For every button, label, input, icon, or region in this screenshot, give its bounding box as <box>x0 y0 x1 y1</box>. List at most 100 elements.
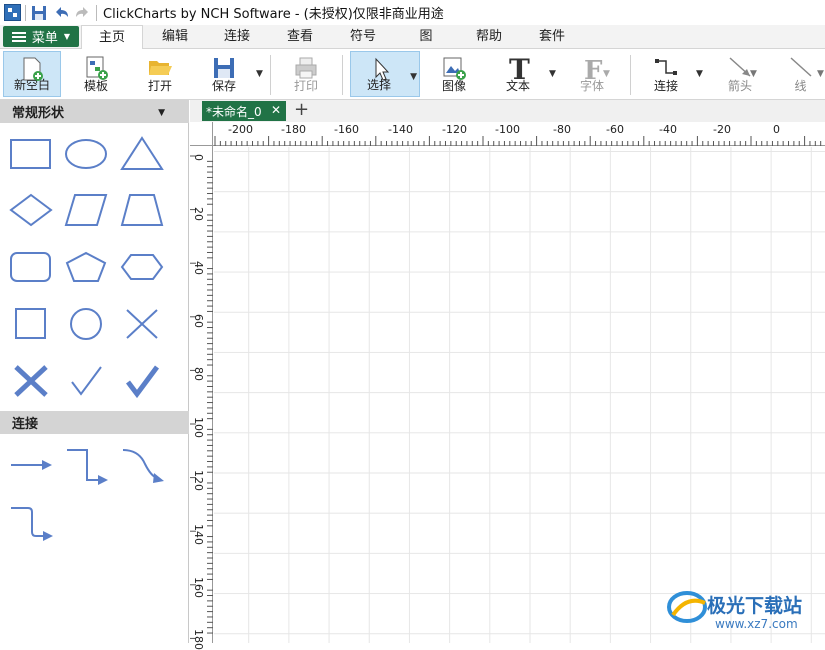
image-button[interactable]: 图像 <box>428 51 480 97</box>
open-label: 打开 <box>147 79 172 93</box>
menu-label: 菜单 <box>31 31 58 46</box>
select-dropdown-arrow-icon[interactable]: ▼ <box>410 72 417 82</box>
new-document-icon <box>23 57 43 81</box>
elbow-down-arrow-connector[interactable] <box>6 500 56 546</box>
save-dropdown-arrow-icon[interactable]: ▼ <box>256 69 263 79</box>
connect-dropdown-arrow-icon[interactable]: ▼ <box>696 69 703 79</box>
redo-icon[interactable] <box>74 4 92 22</box>
chevron-down-icon: ▼ <box>63 32 71 41</box>
toolbar-separator <box>270 55 271 95</box>
connectors-header[interactable]: 连接 <box>0 411 189 434</box>
ruler-label: -100 <box>495 123 520 136</box>
ruler-label: -180 <box>281 123 306 136</box>
ruler-label: -120 <box>442 123 467 136</box>
cross-thick-shape[interactable] <box>6 358 56 404</box>
cross-thin-shape[interactable] <box>117 301 167 347</box>
undo-icon[interactable] <box>52 4 70 22</box>
hexagon-shape[interactable] <box>117 244 167 290</box>
ruler-label: 0 <box>192 154 205 161</box>
watermark-logo: 极光下载站 www.xz7.com <box>665 585 825 643</box>
window-title: ClickCharts by NCH Software - (未授权)仅限非商业… <box>103 7 444 22</box>
save-icon[interactable] <box>30 4 48 22</box>
document-tab-bar: *未命名_0 ✕ + <box>190 99 825 122</box>
template-button[interactable]: 模板 <box>70 51 122 97</box>
arrow-label: 箭头 <box>727 79 752 93</box>
template-icon <box>86 56 108 80</box>
arrow-dropdown-arrow-icon[interactable]: ▼ <box>750 69 757 79</box>
tab-chart[interactable]: 图 <box>396 25 456 49</box>
title-bar: ClickCharts by NCH Software - (未授权)仅限非商业… <box>0 0 825 25</box>
close-icon[interactable]: ✕ <box>271 103 281 117</box>
tab-view[interactable]: 查看 <box>270 25 330 49</box>
watermark-url: www.xz7.com <box>715 617 798 631</box>
straight-arrow-connector[interactable] <box>6 442 56 488</box>
diamond-shape[interactable] <box>6 187 56 233</box>
trapezoid-shape[interactable] <box>117 187 167 233</box>
cursor-arrow-icon <box>375 57 390 81</box>
tab-help[interactable]: 帮助 <box>459 25 519 49</box>
save-button[interactable]: 保存 <box>198 51 250 97</box>
new-blank-button[interactable]: 新空白 <box>3 51 61 97</box>
tab-symbols[interactable]: 符号 <box>333 25 393 49</box>
ruler-label: 140 <box>192 524 205 545</box>
ruler-label: 40 <box>192 261 205 275</box>
check-thick-shape[interactable] <box>117 358 167 404</box>
app-icon[interactable] <box>4 4 21 21</box>
square-shape[interactable] <box>6 301 56 347</box>
elbow-arrow-connector[interactable] <box>61 442 111 488</box>
title-separator <box>96 4 97 21</box>
check-thin-shape[interactable] <box>61 358 111 404</box>
triangle-shape[interactable] <box>117 131 167 177</box>
tab-suite[interactable]: 套件 <box>522 25 582 49</box>
arrow-button[interactable]: 箭头 <box>714 51 766 97</box>
ruler-label: 20 <box>192 207 205 221</box>
ruler-label: -140 <box>388 123 413 136</box>
horizontal-ruler: -200 -180 -160 -140 -120 -100 -80 -60 -4… <box>213 122 825 146</box>
font-dropdown-arrow-icon[interactable]: ▼ <box>603 69 610 79</box>
chevron-down-icon[interactable]: ▼ <box>158 108 165 118</box>
vertical-ruler: 0 20 40 60 80 100 120 140 160 180 <box>190 146 213 650</box>
watermark-text: 极光下载站 <box>707 595 803 617</box>
line-label: 线 <box>794 79 807 93</box>
parallelogram-shape[interactable] <box>61 187 111 233</box>
select-button[interactable]: 选择 ▼ <box>350 51 420 97</box>
circle-shape[interactable] <box>61 301 111 347</box>
ruler-label: -60 <box>606 123 624 136</box>
ruler-label: 100 <box>192 417 205 438</box>
line-dropdown-arrow-icon[interactable]: ▼ <box>817 69 824 79</box>
curved-arrow-connector[interactable] <box>117 442 167 488</box>
rectangle-shape[interactable] <box>6 131 56 177</box>
floppy-disk-icon <box>214 58 234 78</box>
tab-connect[interactable]: 连接 <box>207 25 267 49</box>
ruler-label: -40 <box>659 123 677 136</box>
drawing-canvas[interactable] <box>214 147 825 643</box>
font-button[interactable]: F 字体 <box>566 51 618 97</box>
ruler-label: 180 <box>192 629 205 650</box>
toolbar-separator <box>630 55 631 95</box>
connect-button[interactable]: 连接 <box>640 51 692 97</box>
add-tab-icon[interactable]: + <box>294 99 309 120</box>
pentagon-shape[interactable] <box>61 244 111 290</box>
text-t-icon: T <box>509 55 530 83</box>
open-button[interactable]: 打开 <box>134 51 186 97</box>
rounded-rectangle-shape[interactable] <box>6 244 56 290</box>
printer-icon <box>295 57 317 79</box>
print-button[interactable]: 打印 <box>280 51 332 97</box>
menu-button[interactable]: 菜单 ▼ <box>3 26 79 47</box>
shape-library-panel: 常规形状 ▼ 连接 <box>0 100 189 643</box>
ruler-label: 80 <box>192 367 205 381</box>
basic-shapes-title: 常规形状 <box>12 106 65 121</box>
ruler-label: -160 <box>334 123 359 136</box>
toolbar: 新空白 模板 打开 保存 ▼ 打印 选择 ▼ 图像 T 文本 ▼ F 字体 ▼ … <box>0 49 825 100</box>
text-button[interactable]: T 文本 <box>492 51 544 97</box>
document-tab[interactable]: *未命名_0 ✕ <box>202 101 286 121</box>
ellipse-shape[interactable] <box>61 131 111 177</box>
basic-shapes-header[interactable]: 常规形状 ▼ <box>0 100 189 123</box>
ruler-label: -80 <box>553 123 571 136</box>
ruler-label: 160 <box>192 577 205 598</box>
svg-text:F: F <box>584 56 603 83</box>
text-dropdown-arrow-icon[interactable]: ▼ <box>549 69 556 79</box>
ribbon-tab-bar: 菜单 ▼ 主页 编辑 连接 查看 符号 图 帮助 套件 <box>0 25 825 50</box>
tab-home[interactable]: 主页 <box>81 25 143 50</box>
tab-edit[interactable]: 编辑 <box>145 25 205 49</box>
